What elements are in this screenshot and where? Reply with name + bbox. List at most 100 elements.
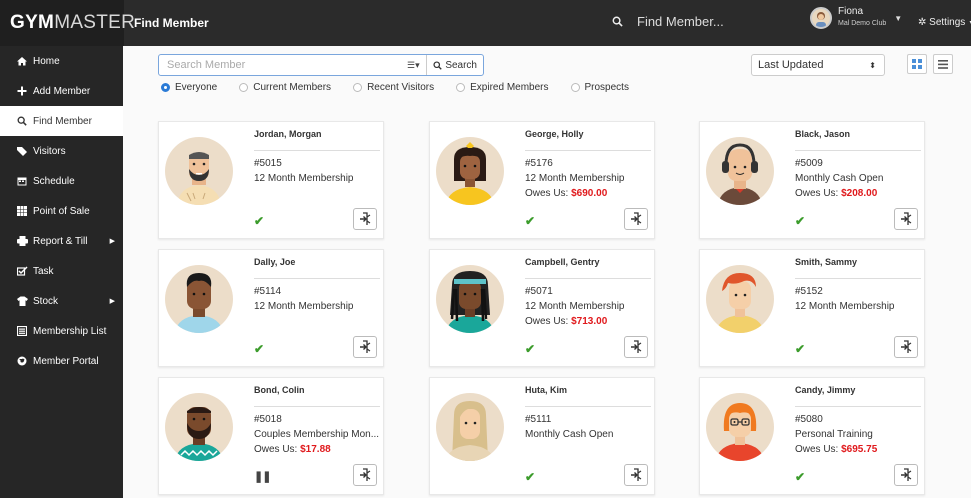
member-card[interactable]: Campbell, Gentry #5071 12 Month Membership…	[429, 249, 655, 367]
member-avatar[interactable]	[436, 137, 504, 205]
home-icon	[16, 56, 28, 66]
radio-label: Prospects	[584, 82, 629, 93]
settings-menu[interactable]: ✲ Settings ▼	[918, 17, 971, 28]
divider	[795, 406, 921, 407]
member-avatar[interactable]	[165, 393, 233, 461]
check-in-button[interactable]	[894, 464, 918, 486]
member-card[interactable]: Smith, Sammy #5152 12 Month Membership ✔	[699, 249, 925, 367]
top-search[interactable]: Find Member...	[612, 14, 724, 29]
member-name[interactable]: Huta, Kim	[525, 385, 567, 395]
check-in-button[interactable]	[894, 208, 918, 230]
filter-radio-everyone[interactable]: Everyone	[161, 82, 217, 93]
member-card[interactable]: Candy, Jimmy #5080 Personal Training Owes U…	[699, 377, 925, 495]
plus-icon	[16, 86, 28, 96]
member-name[interactable]: George, Holly	[525, 129, 584, 139]
chevron-right-icon: ▶	[109, 298, 115, 305]
sidebar-item-stock[interactable]: Stock ▶	[0, 286, 123, 316]
check-in-button[interactable]	[353, 464, 377, 486]
sidebar-item-label: Visitors	[33, 145, 66, 157]
member-avatar[interactable]	[706, 137, 774, 205]
member-name[interactable]: Jordan, Morgan	[254, 129, 322, 139]
sidebar-item-membership-list[interactable]: Membership List	[0, 316, 123, 346]
sort-selected: Last Updated	[758, 59, 824, 71]
member-name[interactable]: Bond, Colin	[254, 385, 305, 395]
check-in-button[interactable]	[353, 336, 377, 358]
user-menu[interactable]: Fiona Mal Demo Club ▼	[810, 6, 902, 30]
member-avatar[interactable]	[436, 393, 504, 461]
sidebar: Home Add Member Find Member Visitors Schedul…	[0, 46, 123, 498]
membership-plan: 12 Month Membership	[254, 173, 354, 184]
sidebar-item-label: Point of Sale	[33, 205, 90, 217]
sidebar-item-visitors[interactable]: Visitors	[0, 136, 123, 166]
owes-amount: $713.00	[571, 316, 608, 327]
member-number: #5071	[525, 286, 553, 297]
member-card[interactable]: Black, Jason #5009 Monthly Cash Open Owes U…	[699, 121, 925, 239]
gear-icon: ✲	[918, 17, 927, 28]
check-in-button[interactable]	[894, 336, 918, 358]
member-avatar[interactable]	[706, 393, 774, 461]
member-number: #5111	[525, 414, 552, 425]
filter-dropdown-icon[interactable]: ☰▾	[402, 60, 424, 71]
sidebar-item-schedule[interactable]: Schedule	[0, 166, 123, 196]
sidebar-item-task[interactable]: Task	[0, 256, 123, 286]
check-in-button[interactable]	[624, 464, 648, 486]
radio-button[interactable]	[353, 83, 363, 92]
check-in-button[interactable]	[624, 336, 648, 358]
search-button[interactable]: Search	[426, 55, 483, 75]
sidebar-item-point-of-sale[interactable]: Point of Sale	[0, 196, 123, 226]
member-avatar[interactable]	[165, 265, 233, 333]
sidebar-item-member-portal[interactable]: Member Portal	[0, 346, 123, 376]
member-avatar[interactable]	[706, 265, 774, 333]
radio-button[interactable]	[456, 83, 466, 92]
grid-view-icon	[912, 59, 922, 69]
task-icon	[16, 266, 28, 276]
filter-radio-recent-visitors[interactable]: Recent Visitors	[353, 82, 434, 93]
member-card[interactable]: George, Holly #5176 12 Month Membership Owe…	[429, 121, 655, 239]
member-avatar[interactable]	[165, 137, 233, 205]
sidebar-item-label: Schedule	[33, 175, 75, 187]
caret-down-icon: ▼	[894, 13, 903, 23]
radio-button[interactable]	[161, 83, 170, 92]
tag-icon	[16, 146, 28, 156]
check-in-button[interactable]	[353, 208, 377, 230]
owes-amount-line: Owes Us: $713.00	[525, 316, 607, 327]
member-card[interactable]: Dally, Joe #5114 12 Month Membership ✔	[158, 249, 384, 367]
checkmark-icon: ✔	[795, 470, 806, 484]
member-name[interactable]: Black, Jason	[795, 129, 850, 139]
membership-plan: 12 Month Membership	[795, 301, 895, 312]
filter-radio-current-members[interactable]: Current Members	[239, 82, 331, 93]
radio-button[interactable]	[239, 83, 249, 92]
member-name[interactable]: Smith, Sammy	[795, 257, 857, 267]
sort-select[interactable]: Last Updated ⬍	[751, 54, 885, 76]
checkmark-icon: ✔	[254, 342, 265, 356]
sidebar-item-add-member[interactable]: Add Member	[0, 76, 123, 106]
radio-button[interactable]	[570, 83, 580, 92]
radio-label: Recent Visitors	[367, 82, 435, 93]
member-card[interactable]: Jordan, Morgan #5015 12 Month Membership ✔	[158, 121, 384, 239]
member-avatar[interactable]	[436, 265, 504, 333]
search-input[interactable]	[159, 55, 403, 75]
sidebar-item-find-member[interactable]: Find Member	[0, 106, 123, 136]
divider	[525, 150, 651, 151]
member-card[interactable]: Bond, Colin #5018 Couples Membership Mon..…	[158, 377, 384, 495]
member-name[interactable]: Campbell, Gentry	[525, 257, 600, 267]
sidebar-item-label: Task	[33, 265, 54, 277]
member-number: #5015	[254, 158, 282, 169]
sidebar-item-report-till[interactable]: Report & Till ▶	[0, 226, 123, 256]
list-icon	[16, 326, 28, 336]
member-name[interactable]: Dally, Joe	[254, 257, 295, 267]
sidebar-item-home[interactable]: Home	[0, 46, 123, 76]
member-card[interactable]: Huta, Kim #5111 Monthly Cash Open ✔	[429, 377, 655, 495]
filter-radio-expired-members[interactable]: Expired Members	[456, 82, 549, 93]
grid-view-button[interactable]	[907, 54, 927, 74]
filter-radio-prospects[interactable]: Prospects	[570, 82, 629, 93]
list-view-button[interactable]	[933, 54, 953, 74]
gymmaster-logo[interactable]: GYM MASTER	[0, 0, 135, 46]
search-button-label: Search	[445, 59, 477, 71]
check-in-button[interactable]	[624, 208, 648, 230]
membership-plan: 12 Month Membership	[254, 301, 354, 312]
search-member-field[interactable]: ☰▾ Search	[158, 54, 484, 76]
sidebar-item-label: Member Portal	[33, 355, 99, 367]
pause-icon: ❚❚	[254, 471, 271, 483]
member-name[interactable]: Candy, Jimmy	[795, 385, 855, 395]
